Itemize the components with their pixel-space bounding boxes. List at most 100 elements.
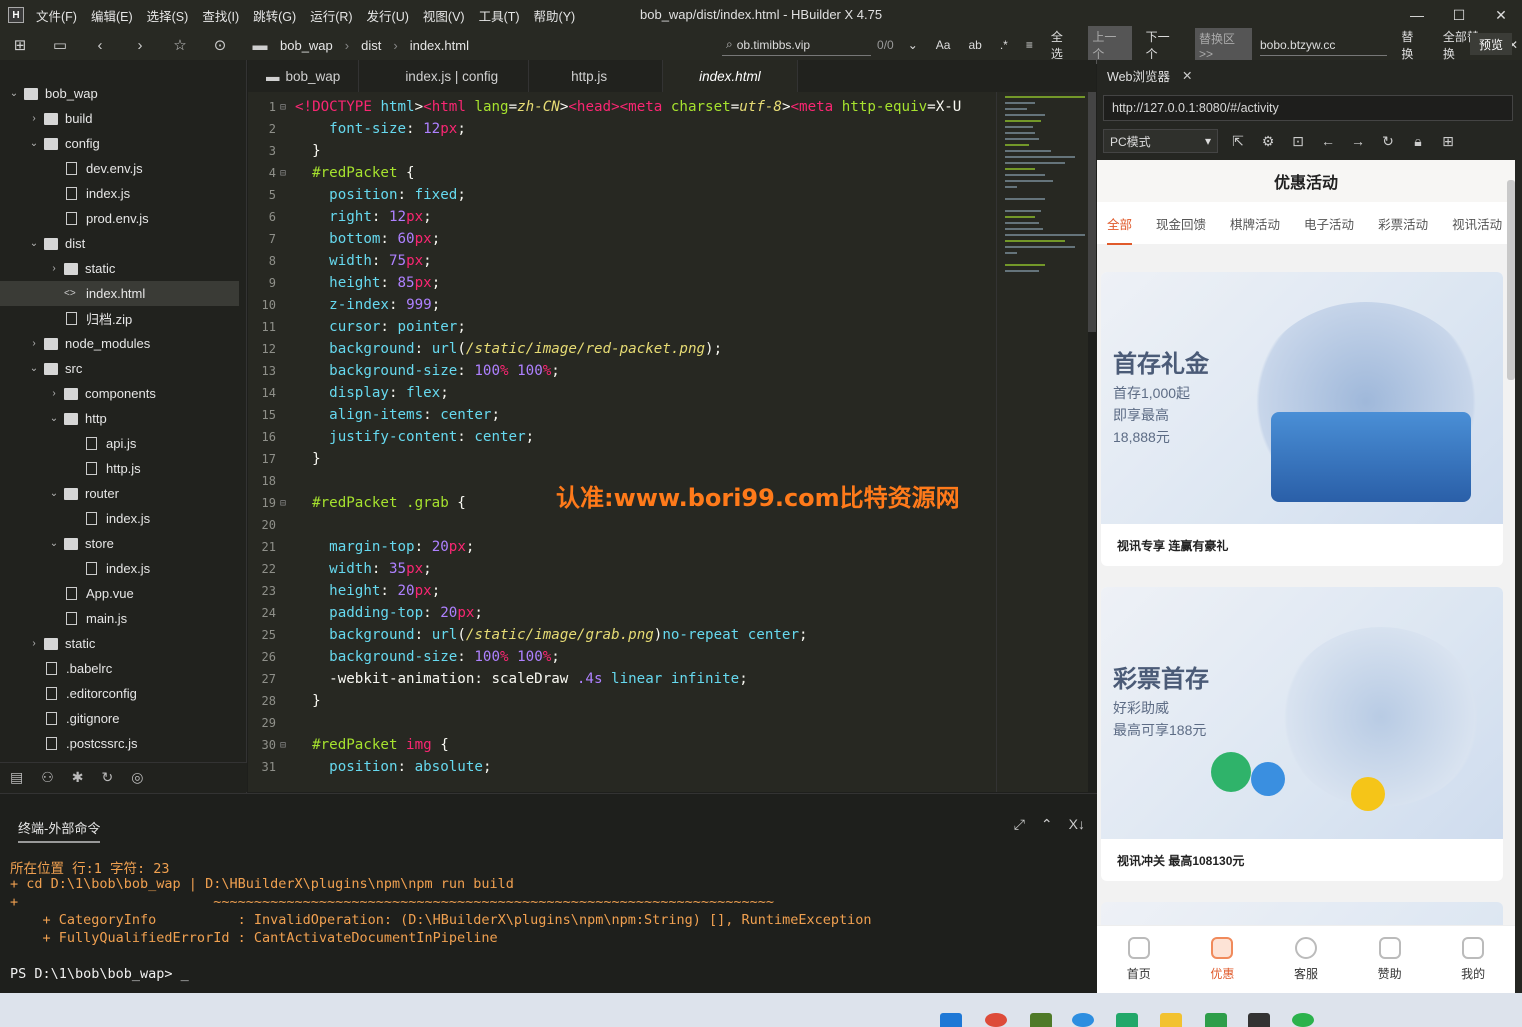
breadcrumb-item[interactable]: bob_wap [280,38,333,53]
code-line[interactable]: 14 display: flex; [248,382,996,404]
minimap[interactable] [996,92,1088,792]
category-tab[interactable]: 现金回馈 [1156,214,1206,233]
code-line[interactable]: 29 [248,712,996,734]
dreamweaver-icon[interactable] [1030,1013,1052,1027]
code-line[interactable]: 9 height: 85px; [248,272,996,294]
find-input[interactable]: ⌕ ob.timibbs.vip [722,34,872,56]
tree-item[interactable]: index.js [0,556,239,581]
tree-item[interactable]: .editorconfig [0,681,239,706]
prev-match-button[interactable]: 上一个 [1088,26,1132,64]
tree-item[interactable]: › build [0,106,239,131]
code-line[interactable]: 16 justify-content: center; [248,426,996,448]
select-all-button[interactable]: 全选 [1047,26,1079,64]
tree-item[interactable]: › static [0,631,239,656]
menu-help[interactable]: 帮助(Y) [534,6,576,25]
code-line[interactable]: 2 font-size: 12px; [248,118,996,140]
menu-find[interactable]: 查找(I) [202,6,239,25]
code-line[interactable]: 20 [248,514,996,536]
tree-item[interactable]: ⌄ store [0,531,239,556]
save-icon[interactable]: ▭ [50,35,70,55]
replace-area-button[interactable]: 替换区>> [1194,27,1252,63]
run-icon[interactable]: ⊙ [210,35,230,55]
category-tab[interactable]: 棋牌活动 [1230,214,1280,233]
tab-index-js[interactable]: index.js | config [359,60,530,92]
code-line[interactable]: 6 right: 12px; [248,206,996,228]
code-line[interactable]: 28 } [248,690,996,712]
nav-home[interactable]: 首页 [1097,926,1181,993]
collapse-icon[interactable]: ⌃ [1041,816,1053,833]
tree-item[interactable]: ⌄ config [0,131,239,156]
fold-icon[interactable]: ⊟ [280,740,292,751]
code-line[interactable]: 23 height: 20px; [248,580,996,602]
category-tab[interactable]: 视讯活动 [1452,214,1502,233]
category-tab[interactable]: 彩票活动 [1378,214,1428,233]
tree-item[interactable]: api.js [0,431,239,456]
code-line[interactable]: 31 position: absolute; [248,756,996,778]
tree-item[interactable]: http.js [0,456,239,481]
whole-word-toggle[interactable]: ab [964,36,985,54]
star-icon[interactable]: ☆ [170,35,190,55]
terminal-prompt[interactable]: PS D:\1\bob\bob_wap> _ [10,966,189,982]
code-line[interactable]: 15 align-items: center; [248,404,996,426]
wechat-icon[interactable] [1292,1013,1314,1027]
code-line[interactable]: 30 ⊟ #redPacket img { [248,734,996,756]
debug-icon[interactable]: ⚇ [41,769,54,786]
code-line[interactable]: 25 background: url(/static/image/grab.pn… [248,624,996,646]
nav-service[interactable]: 客服 [1264,926,1348,993]
tree-item[interactable]: 归档.zip [0,306,239,331]
maximize-panel-icon[interactable]: ⤢ [1014,816,1025,833]
forward-icon[interactable]: › [130,35,150,55]
promo-card[interactable]: 首存礼金 首存1,000起 即享最高 18,888元 视讯专享 连赢有豪礼 [1101,272,1503,566]
tree-item[interactable]: .gitignore [0,706,239,731]
replace-button[interactable]: 替换 [1397,26,1429,64]
tree-item[interactable]: index.js [0,506,239,531]
breadcrumb-item[interactable]: dist [361,38,381,53]
settings-icon[interactable]: ⚙ [1258,133,1278,150]
code-line[interactable]: 8 width: 75px; [248,250,996,272]
menu-tools[interactable]: 工具(T) [479,6,520,25]
code-line[interactable]: 27 -webkit-animation: scaleDraw .4s line… [248,668,996,690]
browser-tab[interactable]: Web浏览器 [1107,66,1170,85]
code-line[interactable]: 26 background-size: 100% 100%; [248,646,996,668]
code-line[interactable]: 7 bottom: 60px; [248,228,996,250]
refresh-icon[interactable]: ↻ [1378,133,1398,150]
bug-icon[interactable]: ✱ [72,769,84,786]
code-line[interactable]: 13 background-size: 100% 100%; [248,360,996,382]
hbuilder-taskbar-icon[interactable] [1205,1013,1227,1027]
match-case-toggle[interactable]: Aa [932,36,955,54]
menu-run[interactable]: 运行(R) [310,6,352,25]
code-line[interactable]: 21 margin-top: 20px; [248,536,996,558]
devtools-icon[interactable]: ⊡ [1288,133,1308,150]
code-line[interactable]: 3 } [248,140,996,162]
breadcrumb-item[interactable]: index.html [410,38,469,53]
back-icon[interactable]: ← [1318,133,1338,149]
tree-item[interactable]: dev.env.js [0,156,239,181]
code-line[interactable]: 1 ⊟ <!DOCTYPE html><html lang=zh-CN><head>… [248,96,996,118]
category-tab[interactable]: 电子活动 [1304,214,1354,233]
app-icon[interactable] [1116,1013,1138,1027]
tree-item[interactable]: index.js [0,181,239,206]
terminal-taskbar-icon[interactable] [1248,1013,1270,1027]
fold-icon[interactable]: ⊟ [280,498,292,509]
chevron-down-icon[interactable]: ⌄ [904,36,922,54]
back-icon[interactable]: ‹ [90,35,110,55]
file-explorer-icon[interactable] [1160,1013,1182,1027]
tab-index-html[interactable]: index.html [663,60,798,92]
menu-goto[interactable]: 跳转(G) [253,6,296,25]
close-icon[interactable]: ✕ [1182,68,1192,83]
grid-icon[interactable]: ⊞ [1438,133,1458,150]
tree-item[interactable]: main.js [0,606,239,631]
windows-start-icon[interactable] [940,1013,962,1027]
tree-item[interactable]: ⌄ http [0,406,239,431]
tree-item[interactable]: ⌄ bob_wap [0,81,239,106]
lock-icon[interactable]: 🔒︎ [1408,133,1428,150]
tree-item[interactable]: › static [0,256,239,281]
edge-icon[interactable] [1072,1013,1094,1027]
nav-promo[interactable]: 优惠 [1181,926,1265,993]
chrome-icon[interactable] [985,1013,1007,1027]
category-tab[interactable]: 全部 [1107,214,1133,245]
url-input[interactable]: http://127.0.0.1:8080/#/activity [1103,95,1513,121]
clear-close-icon[interactable]: X↓ [1069,816,1085,833]
tree-item[interactable]: ⌄ dist [0,231,239,256]
terminal-tab[interactable]: 终端-外部命令 [18,818,101,843]
